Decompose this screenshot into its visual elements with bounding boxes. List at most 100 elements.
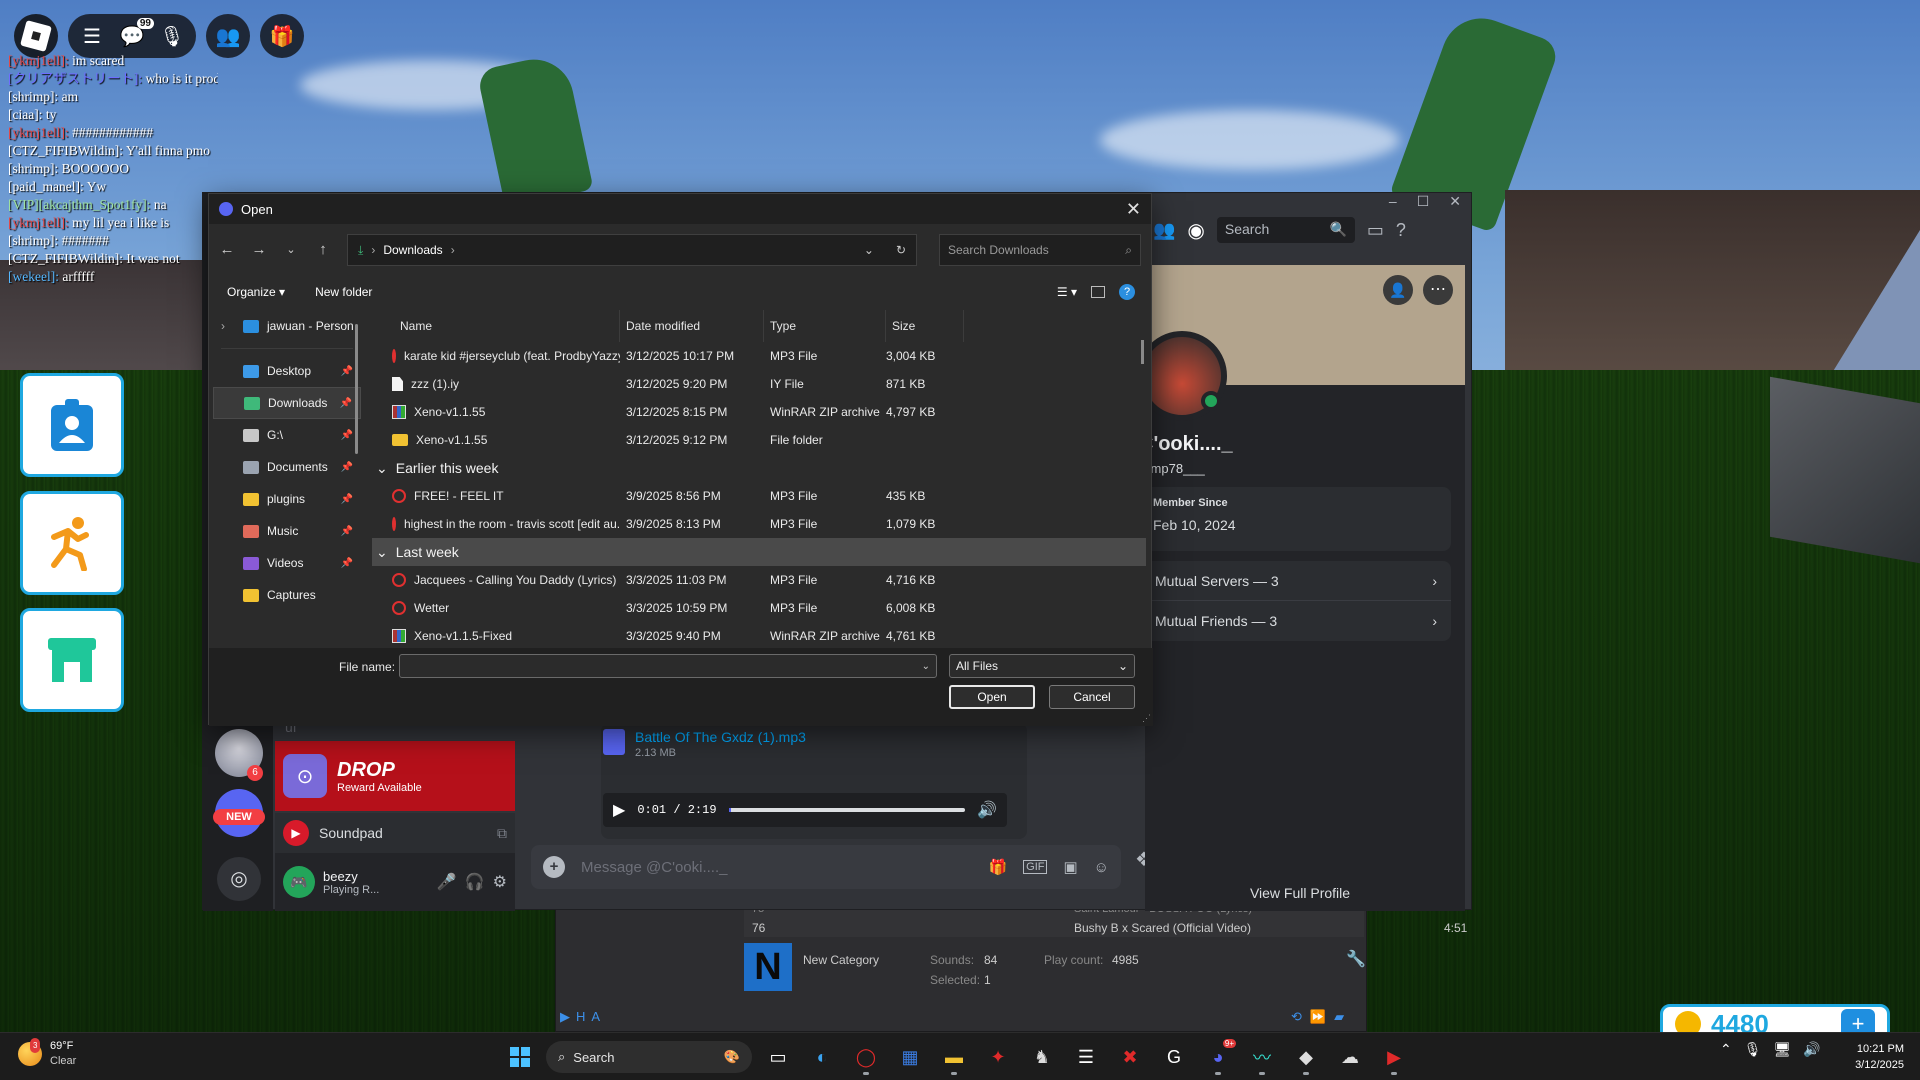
audio-progress-track[interactable] [728, 808, 966, 812]
search-box[interactable]: Search 🔍 [1216, 217, 1355, 243]
app-x-icon[interactable]: ✖ [1112, 1039, 1148, 1075]
resize-grip-icon[interactable]: ⋰ [1142, 713, 1151, 724]
a-icon[interactable]: A [591, 1009, 600, 1025]
nav-item-g[interactable]: G:\ 📌 [213, 419, 361, 451]
activity-icon[interactable]: ⧉ [497, 825, 507, 842]
nav-item-jawuan-person[interactable]: › jawuan - Person [213, 310, 361, 342]
forward-arrow-icon[interactable]: → [251, 241, 267, 258]
column-type[interactable]: Type [764, 310, 886, 342]
profile-icon[interactable]: ◉ [1187, 218, 1204, 243]
opera-gx-icon[interactable]: ◯ [848, 1039, 884, 1075]
close-icon[interactable]: ✕ [1126, 199, 1141, 220]
file-row[interactable]: Xeno-v1.1.5-Fixed 3/3/2025 9:40 PM WinRAR … [372, 622, 1146, 648]
taskbar-search[interactable]: ⌕ Search 🎨 [546, 1041, 752, 1073]
app-red-icon[interactable]: ✦ [980, 1039, 1016, 1075]
headphones-icon[interactable]: 🎧 [465, 872, 485, 892]
maximize-icon[interactable]: ☐ [1417, 193, 1430, 215]
add-friend-icon[interactable]: 👥 [1153, 220, 1175, 241]
address-bar[interactable]: ⤓ › Downloads › ⌄ ↻ [347, 234, 917, 266]
gif-icon[interactable]: GIF [1023, 860, 1048, 874]
settings-gear-icon[interactable]: ⚙ [493, 872, 507, 892]
audio-app-icon[interactable]: 〰 [1244, 1039, 1280, 1075]
chat-username[interactable]: [ykmj1ell]: [8, 215, 69, 230]
chat-username[interactable]: [shrimp]: [8, 161, 58, 176]
gift-icon[interactable]: 🎁 [988, 858, 1007, 876]
file-row[interactable]: zzz (1).iy 3/12/2025 9:20 PM IY File 871 KB [372, 370, 1146, 398]
emote-button[interactable] [20, 491, 124, 595]
chat-username[interactable]: [CTZ_FIFIBWildin]: [8, 251, 123, 266]
nav-item-videos[interactable]: Videos 📌 [213, 547, 361, 579]
search-downloads-input[interactable]: Search Downloads ⌕ [939, 234, 1141, 266]
network-icon[interactable]: 🖥 [1774, 1041, 1792, 1058]
navigation-scrollbar[interactable] [355, 324, 358, 454]
soundpad-row-title[interactable]: Bushy B x Scared (Official Video) [1074, 921, 1251, 935]
group-header[interactable]: ⌄ Earlier this week [372, 454, 1146, 482]
collapse-chevron-icon[interactable]: ⌄ [376, 544, 388, 561]
store-icon[interactable]: ▦ [892, 1039, 928, 1075]
microphone-icon[interactable]: 🎙 [156, 24, 188, 49]
start-windows-icon[interactable] [502, 1039, 538, 1075]
hamburger-icon[interactable]: ☰ [76, 24, 108, 49]
preview-pane-icon[interactable] [1091, 286, 1105, 298]
nav-item-desktop[interactable]: Desktop 📌 [213, 355, 361, 387]
discover-icon[interactable]: ◎ [217, 857, 261, 901]
chat-username[interactable]: [wekeel]: [8, 269, 59, 284]
soundpad-taskbar-icon[interactable]: ▶ [1376, 1039, 1412, 1075]
chat-username[interactable]: [ykmj1ell]: [8, 125, 69, 140]
show-hidden-icons-icon[interactable]: ⌃ [1720, 1041, 1732, 1058]
emoji-icon[interactable]: ☺ [1094, 859, 1109, 876]
breadcrumb-downloads[interactable]: Downloads [383, 243, 442, 257]
add-attachment-icon[interactable]: + [543, 856, 565, 878]
nav-item-music[interactable]: Music 📌 [213, 515, 361, 547]
chat-username[interactable]: [クリアザストリート]: [8, 71, 142, 86]
user-avatar[interactable]: 🎮 [283, 866, 315, 898]
chat-username[interactable]: [paid_manel]: [8, 179, 84, 194]
minimize-icon[interactable]: – [1389, 193, 1397, 215]
file-type-select[interactable]: All Files ⌄ [949, 654, 1135, 678]
profile-card-button[interactable] [20, 373, 124, 477]
back-arrow-icon[interactable]: ← [219, 241, 235, 258]
mutual-friends-row[interactable]: Mutual Friends — 3 › [1141, 601, 1451, 641]
nav-item-documents[interactable]: Documents 📌 [213, 451, 361, 483]
wrench-icon[interactable]: 🔧 [1346, 949, 1366, 969]
refresh-icon[interactable]: ↻ [896, 243, 906, 257]
app-g-icon[interactable]: G [1156, 1039, 1192, 1075]
edge-icon[interactable]: ◐ [804, 1039, 840, 1075]
soundpad-row-num[interactable]: 76 [752, 921, 765, 935]
file-row[interactable]: Wetter 3/3/2025 10:59 PM MP3 File 6,008 KB [372, 594, 1146, 622]
file-row[interactable]: Jacquees - Calling You Daddy (Lyrics) 3/3… [372, 566, 1146, 594]
drop-banner[interactable]: ⊙ DROP Reward Available [275, 741, 515, 811]
file-explorer-icon[interactable]: ▬ [936, 1039, 972, 1075]
close-window-icon[interactable]: ✕ [1449, 193, 1461, 215]
cancel-button[interactable]: Cancel [1049, 685, 1135, 709]
forward-icon[interactable]: ⏩ [1310, 1009, 1326, 1025]
new-folder-button[interactable]: New folder [315, 285, 372, 299]
column-name[interactable]: Name [372, 310, 620, 342]
weather-widget[interactable]: 3 69°F Clear [18, 1038, 76, 1069]
file-row[interactable]: Xeno-v1.1.55 3/12/2025 8:15 PM WinRAR ZIP … [372, 398, 1146, 426]
audio-file-name[interactable]: Battle Of The Gxdz (1).mp3 [635, 729, 806, 745]
repeat-icon[interactable]: ⟲ [1291, 1009, 1302, 1025]
discord-taskbar-icon[interactable]: ◕ 9+ [1200, 1039, 1236, 1075]
chat-username[interactable]: [CTZ_FIFIBWildin]: [8, 143, 123, 158]
file-row[interactable]: highest in the room - travis scott [edit… [372, 510, 1146, 538]
chat-username[interactable]: [shrimp]: [8, 233, 58, 248]
inbox-icon[interactable]: ▭ [1367, 220, 1384, 241]
clock[interactable]: 10:21 PM 3/12/2025 [1836, 1041, 1904, 1073]
volume-icon[interactable]: 🔊 [977, 800, 997, 820]
mutual-servers-row[interactable]: Mutual Servers — 3 › [1141, 561, 1451, 601]
open-button[interactable]: Open [949, 685, 1035, 709]
app-stack-icon[interactable]: ☰ [1068, 1039, 1104, 1075]
view-options-icon[interactable]: ☰ ▾ [1057, 285, 1077, 299]
add-friend-button[interactable]: 👤 [1383, 275, 1413, 305]
organize-button[interactable]: Organize ▾ [227, 285, 285, 299]
task-view-icon[interactable]: ▭ [760, 1039, 796, 1075]
chat-icon[interactable]: 💬 99 [116, 17, 154, 49]
microphone-icon[interactable]: 🎙 [1744, 1041, 1762, 1058]
cloud-app-icon[interactable]: ☁ [1332, 1039, 1368, 1075]
expand-chevron-icon[interactable]: › [221, 319, 225, 333]
gift-button[interactable]: 🎁 [260, 14, 304, 58]
roblox-taskbar-icon[interactable]: ◆ [1288, 1039, 1324, 1075]
file-row[interactable]: Xeno-v1.1.55 3/12/2025 9:12 PM File folder [372, 426, 1146, 454]
chat-username[interactable]: [ykmj1ell]: [8, 53, 69, 68]
